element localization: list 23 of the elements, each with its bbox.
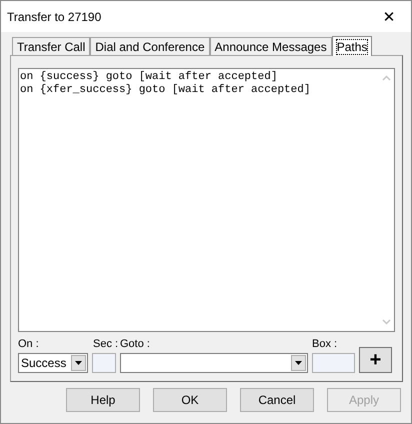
tab[interactable]: Transfer Call xyxy=(12,37,90,55)
on-dropdown[interactable]: Success xyxy=(18,353,88,373)
goto-label: Goto : xyxy=(120,338,151,351)
sec-label: Sec : xyxy=(93,338,120,351)
goto-dropdown[interactable] xyxy=(120,353,308,373)
scroll-down-icon[interactable] xyxy=(382,319,390,325)
path-rule[interactable]: on {success} goto [wait after accepted] xyxy=(20,71,278,84)
tab[interactable]: Paths xyxy=(332,36,372,56)
dropdown-arrow-icon xyxy=(75,361,82,365)
window-title: Transfer to 27190 xyxy=(7,10,102,24)
add-button[interactable]: + xyxy=(359,347,392,373)
box-field[interactable] xyxy=(312,353,355,373)
dialog-button[interactable]: Help xyxy=(66,388,140,412)
dialog-button[interactable]: Cancel xyxy=(240,388,314,412)
on-label: On : xyxy=(18,338,40,351)
tab[interactable]: Dial and Conference xyxy=(90,37,210,55)
path-rule[interactable]: on {xfer_success} goto [wait after accepted] xyxy=(20,84,310,97)
box-label: Box : xyxy=(312,338,338,351)
sec-field[interactable] xyxy=(92,353,116,373)
scroll-up-icon[interactable] xyxy=(382,75,390,81)
dialog-button[interactable]: OK xyxy=(153,388,227,412)
dropdown-arrow-icon xyxy=(295,361,302,365)
tab[interactable]: Announce Messages xyxy=(210,37,332,55)
